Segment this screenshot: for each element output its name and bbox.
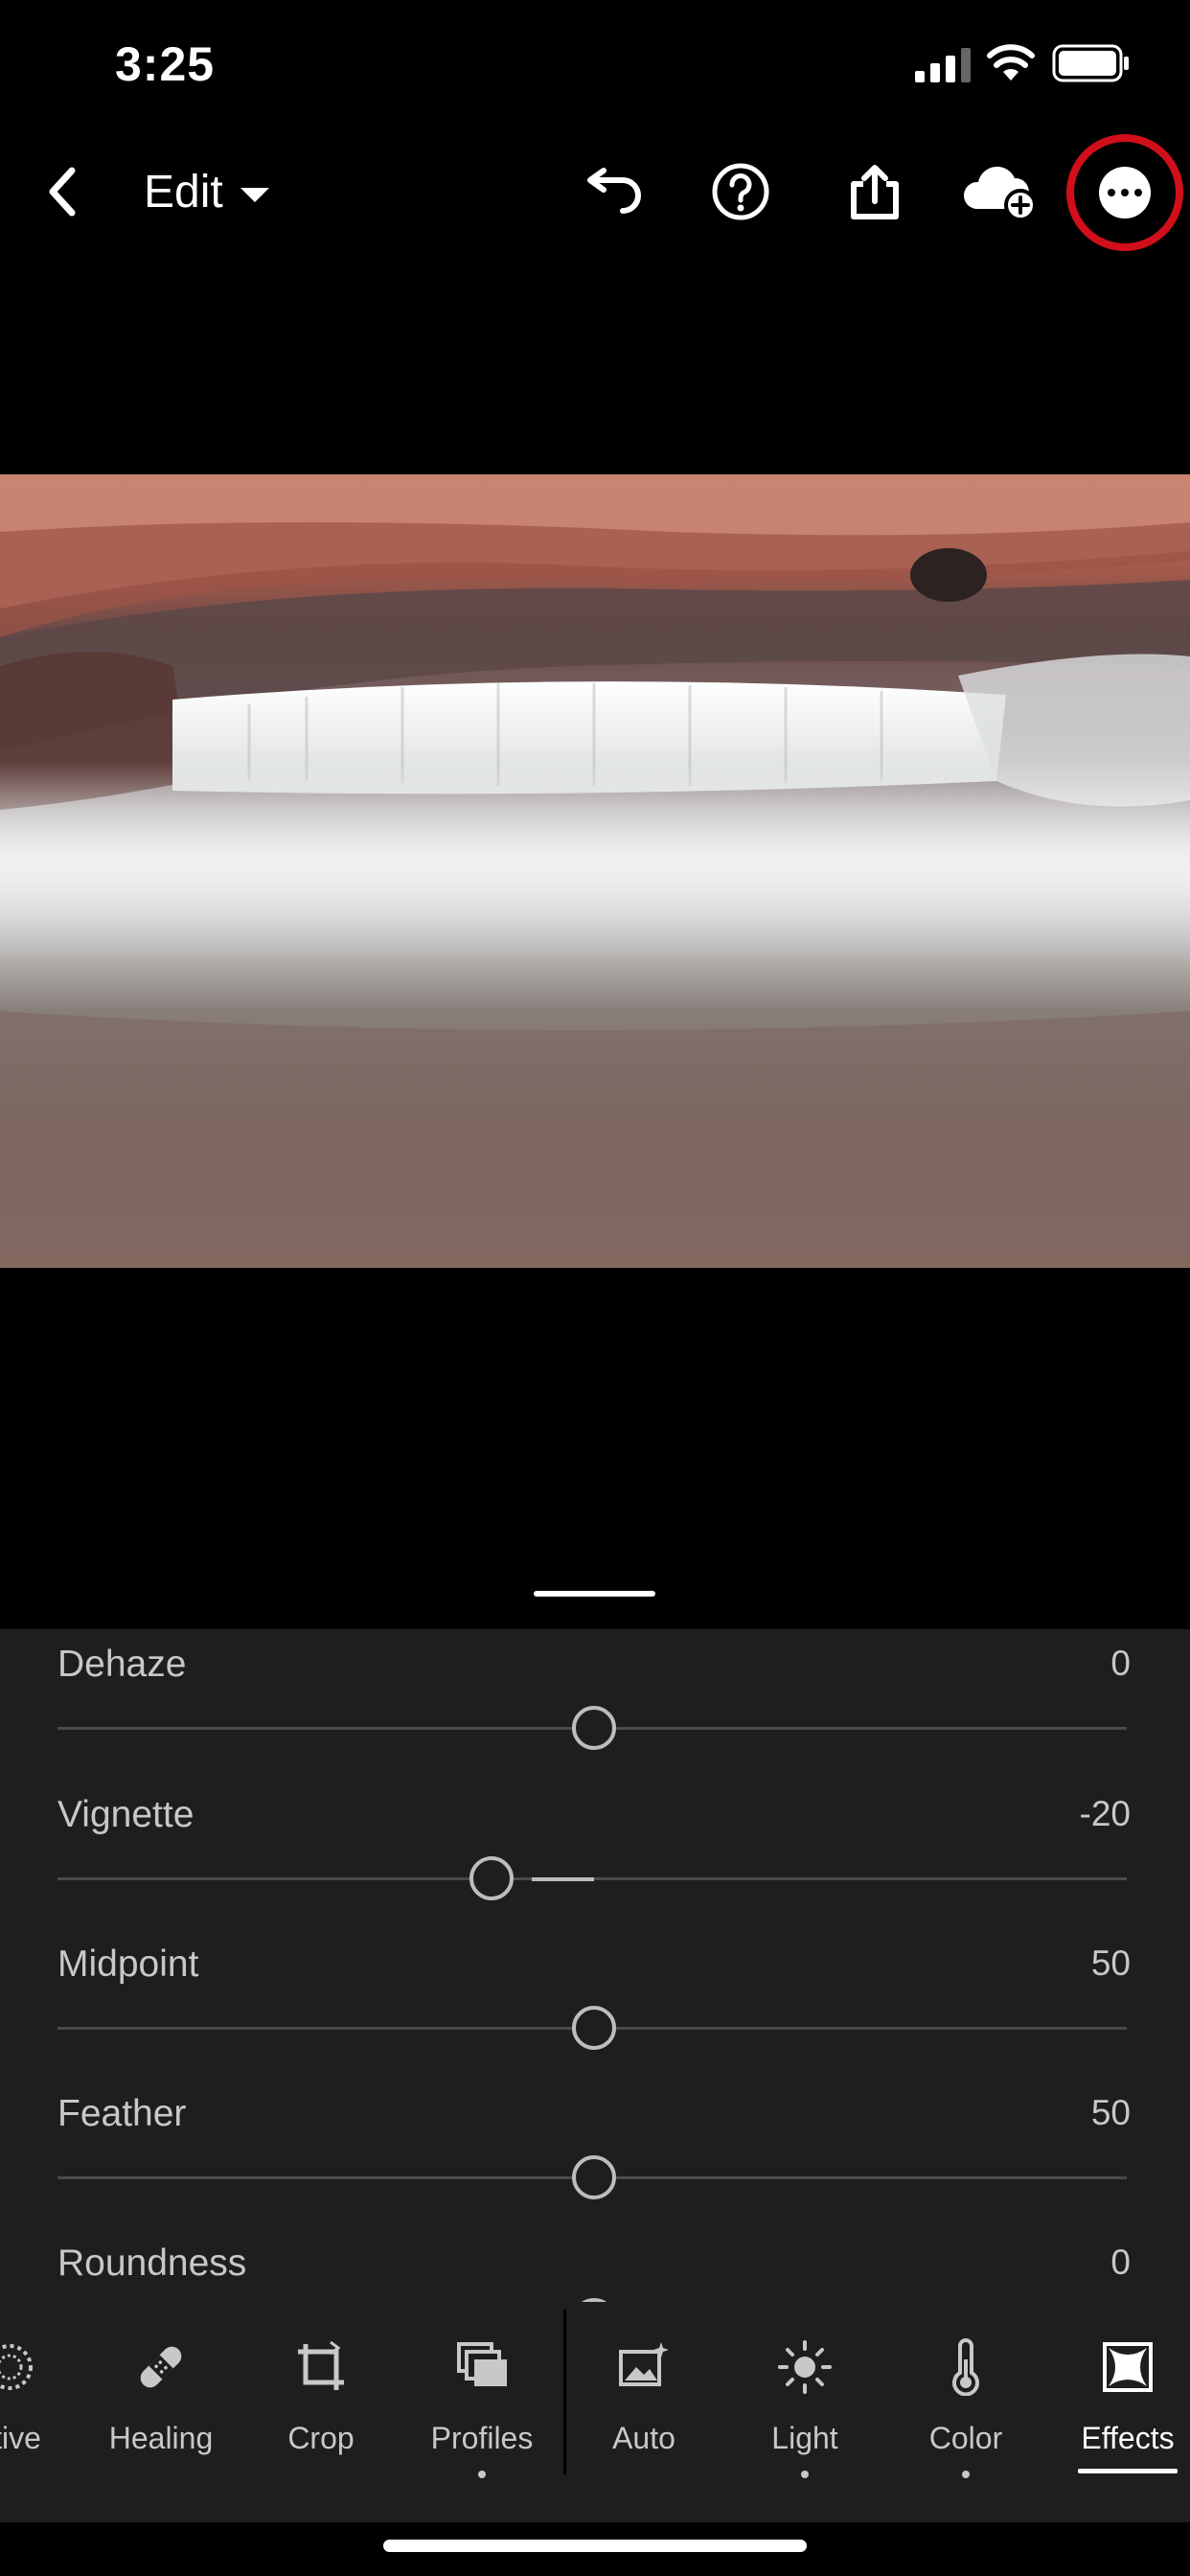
slider-label-midpoint: Midpoint <box>57 1944 199 1985</box>
undo-icon <box>587 168 641 214</box>
help-button[interactable] <box>702 153 779 230</box>
slider-value-dehaze: 0 <box>1110 1644 1131 1683</box>
undo-button[interactable] <box>575 153 652 230</box>
tool-label-light: Light <box>771 2421 838 2455</box>
tool-divider <box>563 2310 566 2474</box>
battery-icon <box>1052 44 1129 82</box>
wifi-icon <box>987 44 1035 80</box>
tool-crop[interactable]: Crop <box>244 2329 398 2482</box>
help-icon <box>712 163 769 220</box>
edit-label: Edit <box>144 166 223 218</box>
slider-thumb-vignette[interactable] <box>469 1856 514 1900</box>
edit-mode-dropdown[interactable]: Edit <box>144 163 269 220</box>
modified-dot <box>962 2471 970 2478</box>
slider-label-feather: Feather <box>57 2093 187 2134</box>
caret-down-icon <box>240 187 269 202</box>
tool-label-color: Color <box>928 2421 1003 2455</box>
tool-profiles[interactable]: Profiles <box>405 2329 559 2482</box>
tool-healing[interactable]: Healing <box>84 2329 238 2482</box>
tool-label-profiles: Profiles <box>430 2421 534 2455</box>
slider-value-feather: 50 <box>1090 2093 1131 2132</box>
tool-label-healing: Healing <box>108 2421 214 2455</box>
cloud-add-icon <box>963 166 1037 221</box>
tool-label-effects: Effects <box>1081 2421 1175 2455</box>
crop-icon <box>298 2340 344 2390</box>
cellular-signal-icon <box>915 48 971 82</box>
slider-label-roundness: Roundness <box>57 2242 247 2284</box>
profiles-icon <box>457 2342 507 2386</box>
tool-auto[interactable]: Auto <box>567 2329 721 2482</box>
chevron-left-icon <box>49 167 76 217</box>
auto-icon <box>619 2342 669 2386</box>
slider-thumb-midpoint[interactable] <box>572 2006 616 2050</box>
effects-icon <box>1103 2342 1153 2392</box>
highlight-ring <box>1066 134 1183 251</box>
slider-fill-vignette <box>532 1877 594 1881</box>
slider-label-dehaze: Dehaze <box>57 1644 187 1685</box>
slider-value-roundness: 0 <box>1110 2242 1131 2282</box>
share-button[interactable] <box>834 153 916 230</box>
selective-icon <box>0 2344 33 2390</box>
share-icon <box>851 165 899 219</box>
tool-effects[interactable]: Effects <box>1051 2329 1190 2482</box>
slider-label-vignette: Vignette <box>57 1794 195 1835</box>
bandage-icon <box>140 2346 182 2388</box>
tool-label-crop: Crop <box>287 2421 355 2455</box>
tool-selective[interactable]: ctive <box>0 2329 86 2482</box>
effects-panel: Dehaze 0 Vignette -20 Midpoint 50 Feathe… <box>0 1629 1190 2302</box>
thermometer-icon <box>952 2338 979 2396</box>
slider-value-midpoint: 50 <box>1090 1944 1131 1983</box>
panel-grabber[interactable] <box>534 1591 655 1597</box>
modified-dot <box>478 2471 486 2478</box>
sun-icon <box>778 2340 832 2394</box>
active-tool-indicator <box>1078 2469 1178 2473</box>
photo-preview <box>0 474 1190 1268</box>
more-options-button[interactable] <box>1066 134 1183 251</box>
modified-dot <box>801 2471 809 2478</box>
tool-light[interactable]: Light <box>728 2329 881 2482</box>
cloud-sync-button[interactable] <box>958 153 1044 230</box>
back-button[interactable] <box>29 153 96 230</box>
slider-thumb-dehaze[interactable] <box>572 1706 616 1750</box>
status-time: 3:25 <box>115 37 216 91</box>
slider-value-vignette: -20 <box>1079 1794 1131 1833</box>
tool-color[interactable]: Color <box>889 2329 1042 2482</box>
slider-thumb-feather[interactable] <box>572 2155 616 2199</box>
tool-label-selective: ctive <box>0 2421 41 2455</box>
home-indicator[interactable] <box>383 2540 807 2552</box>
tool-label-auto: Auto <box>612 2421 675 2455</box>
